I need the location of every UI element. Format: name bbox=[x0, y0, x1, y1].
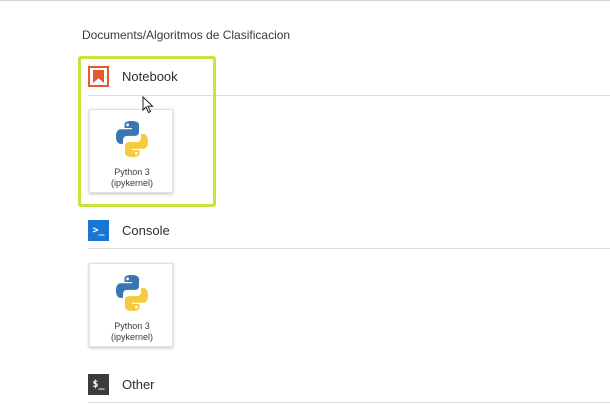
kernel-type: (ipykernel) bbox=[110, 178, 153, 188]
section-divider-other bbox=[88, 402, 610, 403]
section-header-other: $_ Other bbox=[88, 373, 155, 395]
kernel-card-console-python3[interactable]: Python 3 (ipykernel) bbox=[89, 263, 173, 347]
section-title-notebook: Notebook bbox=[122, 68, 178, 84]
section-title-console: Console bbox=[122, 222, 170, 238]
section-header-notebook: Notebook bbox=[88, 65, 178, 87]
terminal-dollar-icon: $_ bbox=[88, 373, 109, 395]
section-divider-notebook bbox=[88, 95, 610, 96]
console-prompt-icon: >_ bbox=[88, 219, 109, 241]
kernel-name: Python 3 bbox=[114, 167, 150, 177]
section-title-other: Other bbox=[122, 376, 155, 392]
python-logo-icon bbox=[116, 121, 148, 157]
python-logo-icon bbox=[116, 275, 148, 311]
kernel-type: (ipykernel) bbox=[110, 332, 153, 342]
kernel-name: Python 3 bbox=[114, 321, 150, 331]
kernel-card-notebook-python3[interactable]: Python 3 (ipykernel) bbox=[89, 109, 173, 193]
section-divider-console bbox=[88, 248, 610, 249]
notebook-bookmark-icon bbox=[88, 65, 109, 87]
section-header-console: >_ Console bbox=[88, 219, 170, 241]
top-divider bbox=[0, 0, 610, 1]
breadcrumb[interactable]: Documents/Algoritmos de Clasificacion bbox=[82, 28, 290, 42]
kernel-card-label: Python 3 (ipykernel) bbox=[90, 321, 174, 343]
launcher-panel: Documents/Algoritmos de Clasificacion No… bbox=[0, 0, 610, 405]
kernel-card-label: Python 3 (ipykernel) bbox=[90, 167, 174, 189]
